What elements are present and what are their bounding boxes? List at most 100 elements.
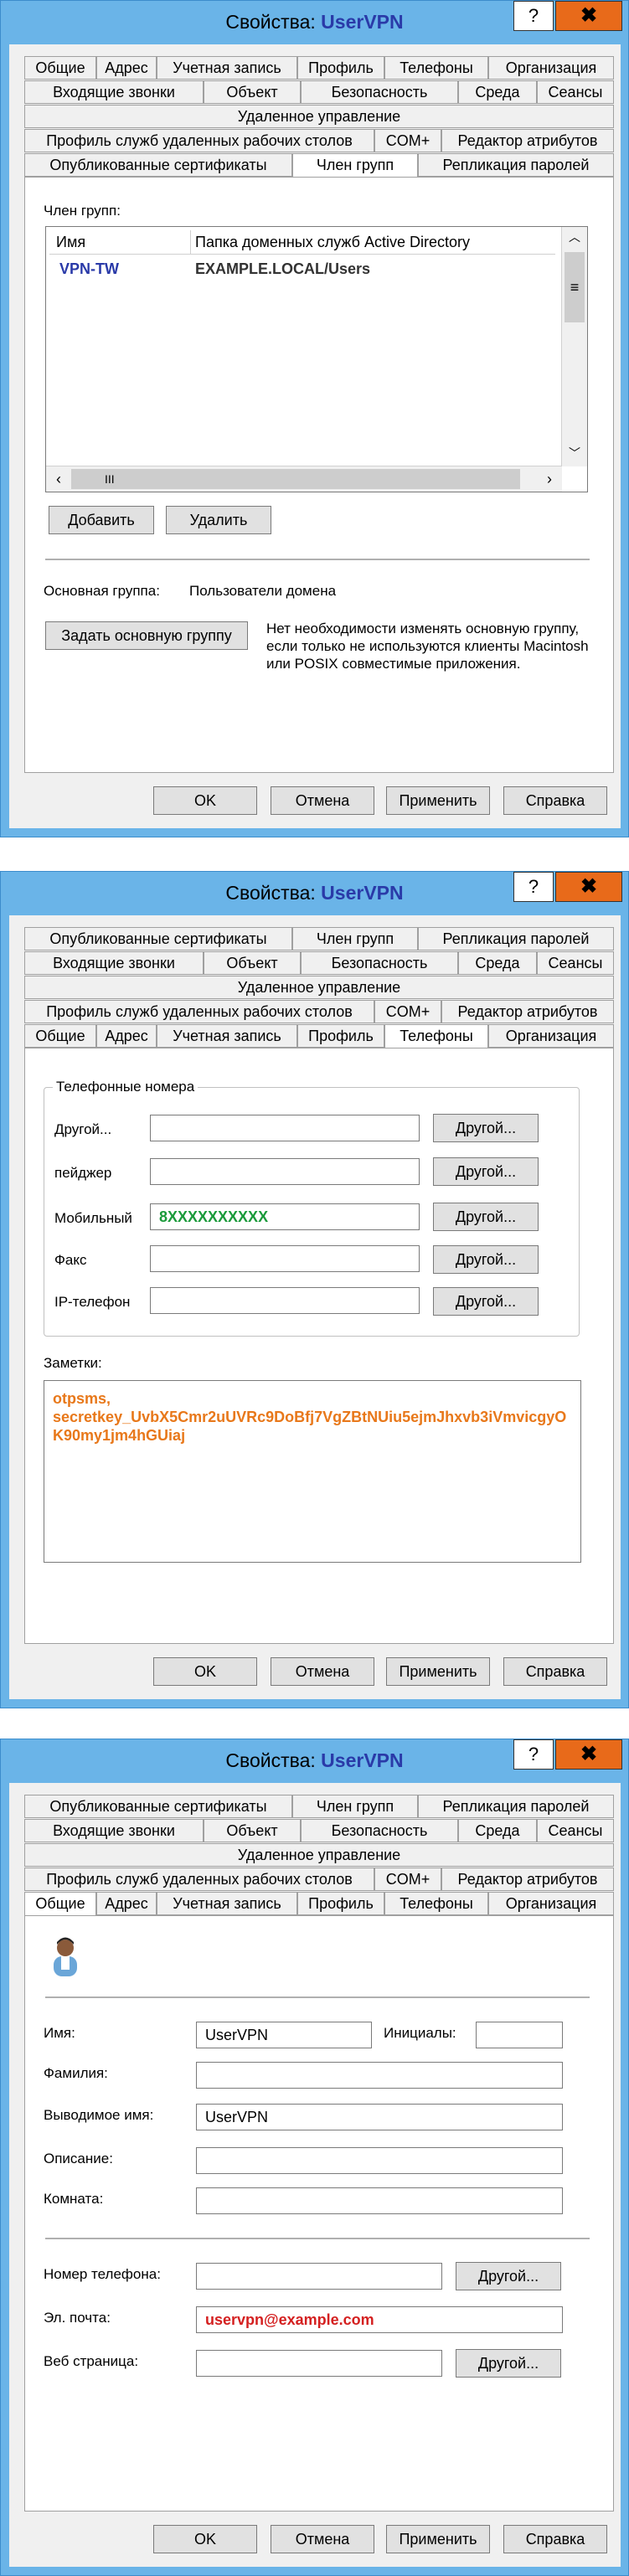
tab-bezopasnost[interactable]: Безопасность [301,80,458,104]
tab-com[interactable]: COM+ [374,1000,441,1023]
tab-vhodyashchie[interactable]: Входящие звонки [24,951,204,975]
remove-button[interactable]: Удалить [166,506,271,534]
tab-obekt[interactable]: Объект [204,1819,301,1842]
tab-uchetnaya[interactable]: Учетная запись [157,1892,297,1915]
phone-input-other[interactable] [150,1115,420,1141]
title-bar[interactable]: Свойства: UserVPN ? ✖ [1,1739,628,1783]
other-button-5[interactable]: Другой... [433,1287,539,1316]
tab-organizaciya[interactable]: Организация [488,56,614,80]
tab-udalennoe[interactable]: Удаленное управление [24,105,614,128]
apply-button[interactable]: Применить [386,2525,490,2553]
tab-profil-sluzhb[interactable]: Профиль служб удаленных рабочих столов [24,1868,374,1891]
ip-phone-input[interactable] [150,1287,420,1314]
phone-other-button[interactable]: Другой... [456,2262,561,2290]
tab-opublikovannye[interactable]: Опубликованные сертификаты [24,1795,292,1818]
tab-obshchie[interactable]: Общие [24,1892,96,1917]
cancel-button[interactable]: Отмена [271,2525,374,2553]
tab-bezopasnost[interactable]: Безопасность [301,951,458,975]
close-button[interactable]: ✖ [555,1,622,31]
tab-seansy[interactable]: Сеансы [537,1819,614,1842]
other-button-4[interactable]: Другой... [433,1245,539,1274]
ok-button[interactable]: OK [153,786,257,815]
tab-profil-sluzhb[interactable]: Профиль служб удаленных рабочих столов [24,1000,374,1023]
horizontal-scrollbar[interactable]: ‹ III › [46,466,562,492]
help-button[interactable]: Справка [503,786,607,815]
other-button-1[interactable]: Другой... [433,1114,539,1142]
vertical-scrollbar[interactable]: ︿ ≡ ﹀ [561,227,587,466]
tab-sreda[interactable]: Среда [458,951,537,975]
tab-profil-sluzhb[interactable]: Профиль служб удаленных рабочих столов [24,129,374,152]
web-page-input[interactable] [196,2350,442,2377]
other-button-2[interactable]: Другой... [433,1157,539,1186]
help-title-button[interactable]: ? [513,872,554,902]
groups-list[interactable]: Имя Папка доменных служб Active Director… [45,226,588,492]
col-folder-header[interactable]: Папка доменных служб Active Directory [192,230,555,254]
tab-com[interactable]: COM+ [374,129,441,152]
tab-telefony[interactable]: Телефоны [384,1024,488,1049]
help-title-button[interactable]: ? [513,1,554,31]
mobile-input[interactable]: 8XXXXXXXXXX [150,1203,420,1230]
tab-chlen-grupp[interactable]: Член групп [292,1795,418,1818]
scroll-down-icon[interactable]: ﹀ [562,445,587,465]
office-input[interactable] [196,2187,563,2214]
tab-udalennoe[interactable]: Удаленное управление [24,976,614,999]
tab-vhodyashchie[interactable]: Входящие звонки [24,1819,204,1842]
tab-profil[interactable]: Профиль [297,1892,384,1915]
first-name-input[interactable]: UserVPN [196,2022,372,2048]
tab-replikaciya[interactable]: Репликация паролей [418,927,614,951]
tab-sreda[interactable]: Среда [458,80,537,104]
email-input[interactable]: uservpn@example.com [196,2306,563,2333]
tab-telefony[interactable]: Телефоны [384,56,488,80]
other-button-3[interactable]: Другой... [433,1203,539,1231]
fax-input[interactable] [150,1245,420,1272]
tab-uchetnaya[interactable]: Учетная запись [157,1024,297,1048]
tab-opublikovannye[interactable]: Опубликованные сертификаты [24,153,292,177]
cancel-button[interactable]: Отмена [271,786,374,815]
col-name-header[interactable]: Имя [49,230,191,254]
tab-organizaciya[interactable]: Организация [488,1892,614,1915]
title-bar[interactable]: Свойства: UserVPN ? ✖ [1,872,628,915]
tab-sreda[interactable]: Среда [458,1819,537,1842]
help-title-button[interactable]: ? [513,1739,554,1770]
hscroll-thumb[interactable]: III [71,469,520,489]
tab-redaktor[interactable]: Редактор атрибутов [441,1868,614,1891]
add-button[interactable]: Добавить [49,506,154,534]
tab-obekt[interactable]: Объект [204,951,301,975]
last-name-input[interactable] [196,2062,563,2089]
tab-organizaciya[interactable]: Организация [488,1024,614,1048]
apply-button[interactable]: Применить [386,786,490,815]
ok-button[interactable]: OK [153,1657,257,1686]
cancel-button[interactable]: Отмена [271,1657,374,1686]
table-row[interactable]: VPN-TW EXAMPLE.LOCAL/Users [49,257,555,282]
scroll-right-icon[interactable]: › [539,466,560,492]
help-button[interactable]: Справка [503,1657,607,1686]
tab-opublikovannye[interactable]: Опубликованные сертификаты [24,927,292,951]
web-other-button[interactable]: Другой... [456,2349,561,2378]
tab-replikaciya[interactable]: Репликация паролей [418,1795,614,1818]
tab-obshchie[interactable]: Общие [24,56,96,80]
tab-replikaciya[interactable]: Репликация паролей [418,153,614,177]
close-button[interactable]: ✖ [555,872,622,902]
pager-input[interactable] [150,1158,420,1185]
tab-seansy[interactable]: Сеансы [537,80,614,104]
title-bar[interactable]: Свойства: UserVPN ? ✖ [1,1,628,44]
tab-obekt[interactable]: Объект [204,80,301,104]
tab-obshchie[interactable]: Общие [24,1024,96,1048]
apply-button[interactable]: Применить [386,1657,490,1686]
tab-bezopasnost[interactable]: Безопасность [301,1819,458,1842]
scroll-up-icon[interactable]: ︿ [562,229,587,249]
scroll-left-icon[interactable]: ‹ [48,466,70,492]
notes-textarea[interactable]: otpsms, secretkey_UvbX5Cmr2uUVRc9DoBfj7V… [44,1380,581,1563]
tab-chlen-grupp[interactable]: Член групп [292,927,418,951]
help-button[interactable]: Справка [503,2525,607,2553]
tab-chlen-grupp[interactable]: Член групп [292,153,418,178]
tab-udalennoe[interactable]: Удаленное управление [24,1843,614,1867]
tab-vhodyashchie[interactable]: Входящие звонки [24,80,204,104]
ok-button[interactable]: OK [153,2525,257,2553]
tab-seansy[interactable]: Сеансы [537,951,614,975]
phone-input[interactable] [196,2263,442,2290]
display-name-input[interactable]: UserVPN [196,2104,563,2130]
tab-adres[interactable]: Адрес [96,1024,157,1048]
tab-redaktor[interactable]: Редактор атрибутов [441,1000,614,1023]
set-primary-group-button[interactable]: Задать основную группу [45,621,248,650]
